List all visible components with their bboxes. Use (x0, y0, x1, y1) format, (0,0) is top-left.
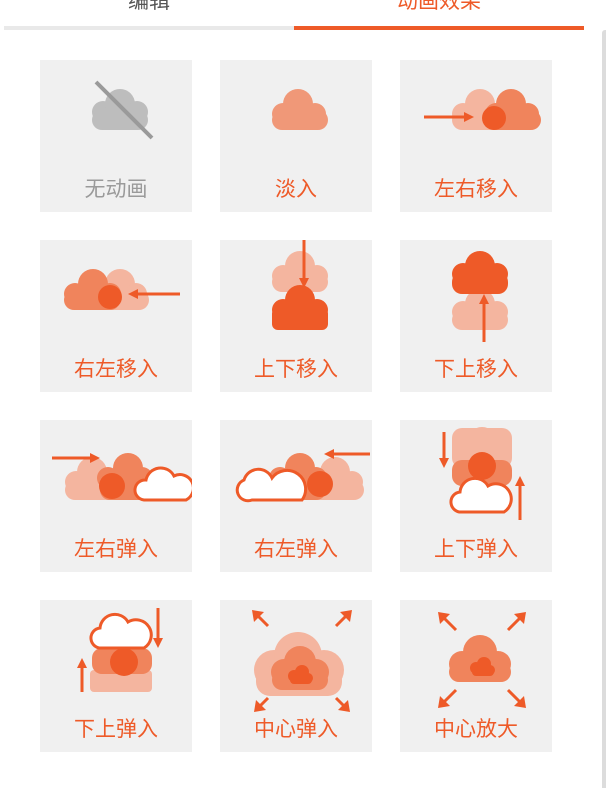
no-animation-icon (92, 80, 154, 140)
animation-label: 下上移入 (434, 357, 518, 381)
animation-label: 中心弹入 (254, 717, 338, 741)
bounce-in-left-right-icon (52, 453, 192, 502)
animation-label: 下上弹入 (74, 717, 158, 741)
animation-option-center-zoom[interactable]: 中心放大 (400, 600, 552, 752)
animation-label: 左右移入 (434, 177, 518, 201)
animation-option-bounce-in-top-down[interactable]: 上下弹入 (400, 420, 552, 572)
animation-option-fade-in[interactable]: 淡入 (220, 60, 372, 212)
animation-option-move-in-top-down[interactable]: 上下移入 (220, 240, 372, 392)
move-in-left-right-icon (424, 89, 541, 130)
animation-option-none[interactable]: 无动画 (40, 60, 192, 212)
move-in-bottom-up-icon (452, 251, 508, 342)
animation-option-bounce-in-right-left[interactable]: 右左弹入 (220, 420, 372, 572)
bounce-in-top-down-icon (439, 427, 525, 520)
center-bounce-in-icon (252, 610, 352, 712)
animation-label: 淡入 (275, 177, 317, 201)
animation-option-move-in-right-left[interactable]: 右左移入 (40, 240, 192, 392)
fade-in-icon (272, 89, 328, 130)
tab-edit[interactable]: 编辑 (4, 0, 294, 30)
animation-option-move-in-bottom-up[interactable]: 下上移入 (400, 240, 552, 392)
animation-label: 无动画 (84, 177, 148, 201)
animation-label: 上下移入 (254, 357, 338, 381)
animation-option-center-bounce-in[interactable]: 中心弹入 (220, 600, 372, 752)
animation-option-move-in-left-right[interactable]: 左右移入 (400, 60, 552, 212)
tab-bar: 编辑 动画效果 (0, 0, 606, 30)
move-in-top-down-icon (272, 240, 328, 330)
bounce-in-bottom-up-icon (77, 608, 163, 692)
center-zoom-icon (438, 612, 526, 708)
move-in-right-left-icon (64, 269, 180, 310)
animation-label: 左右弹入 (74, 537, 158, 561)
animation-option-bounce-in-bottom-up[interactable]: 下上弹入 (40, 600, 192, 752)
panel-edge-scrollbar[interactable] (602, 30, 606, 788)
tab-animation-effects[interactable]: 动画效果 (294, 0, 584, 30)
animation-option-bounce-in-left-right[interactable]: 左右弹入 (40, 420, 192, 572)
animation-label: 右左弹入 (254, 537, 338, 561)
animation-label: 上下弹入 (434, 537, 518, 561)
animation-label: 右左移入 (74, 357, 158, 381)
animation-label: 中心放大 (434, 717, 518, 741)
bounce-in-right-left-icon (235, 449, 370, 503)
